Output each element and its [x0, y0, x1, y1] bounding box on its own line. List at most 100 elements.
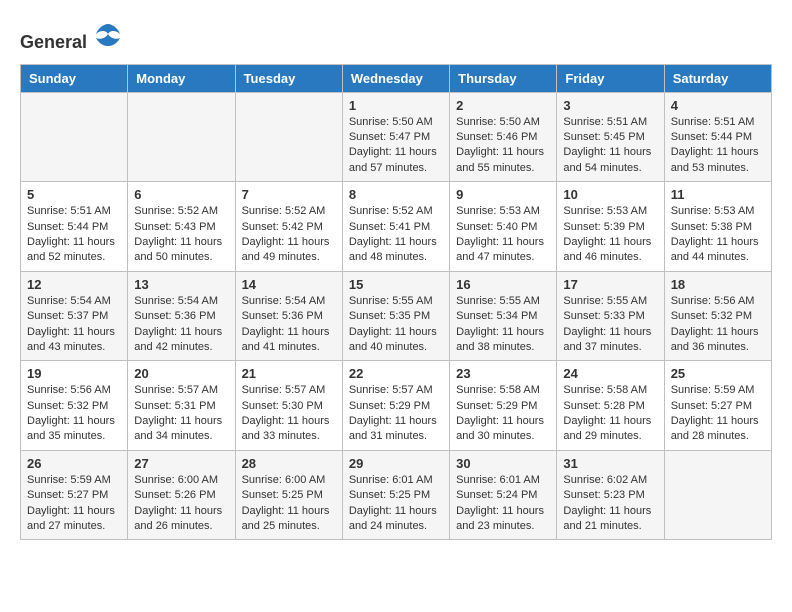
calendar-cell: 6 Sunrise: 5:52 AM Sunset: 5:43 PM Daylig… — [128, 182, 235, 272]
calendar-cell: 16 Sunrise: 5:55 AM Sunset: 5:34 PM Dayli… — [450, 271, 557, 361]
day-number: 23 — [456, 366, 550, 381]
calendar-cell: 10 Sunrise: 5:53 AM Sunset: 5:39 PM Dayli… — [557, 182, 664, 272]
weekday-header: Wednesday — [342, 64, 449, 92]
day-number: 6 — [134, 187, 228, 202]
weekday-header: Sunday — [21, 64, 128, 92]
day-number: 24 — [563, 366, 657, 381]
calendar-cell: 28 Sunrise: 6:00 AM Sunset: 5:25 PM Dayli… — [235, 450, 342, 540]
logo-general: General — [20, 32, 87, 52]
day-info: Sunrise: 6:02 AM Sunset: 5:23 PM Dayligh… — [563, 473, 657, 535]
day-info: Sunrise: 5:57 AM Sunset: 5:30 PM Dayligh… — [242, 383, 336, 445]
day-info: Sunrise: 5:58 AM Sunset: 5:29 PM Dayligh… — [456, 383, 550, 445]
calendar-cell: 17 Sunrise: 5:55 AM Sunset: 5:33 PM Dayli… — [557, 271, 664, 361]
day-info: Sunrise: 5:57 AM Sunset: 5:29 PM Dayligh… — [349, 383, 443, 445]
day-number: 29 — [349, 456, 443, 471]
day-info: Sunrise: 6:00 AM Sunset: 5:25 PM Dayligh… — [242, 473, 336, 535]
day-info: Sunrise: 5:55 AM Sunset: 5:34 PM Dayligh… — [456, 294, 550, 356]
calendar-cell: 24 Sunrise: 5:58 AM Sunset: 5:28 PM Dayli… — [557, 361, 664, 451]
day-number: 12 — [27, 277, 121, 292]
calendar-cell: 31 Sunrise: 6:02 AM Sunset: 5:23 PM Dayli… — [557, 450, 664, 540]
day-info: Sunrise: 6:01 AM Sunset: 5:25 PM Dayligh… — [349, 473, 443, 535]
day-number: 26 — [27, 456, 121, 471]
day-number: 7 — [242, 187, 336, 202]
calendar-cell: 11 Sunrise: 5:53 AM Sunset: 5:38 PM Dayli… — [664, 182, 771, 272]
day-info: Sunrise: 5:51 AM Sunset: 5:44 PM Dayligh… — [27, 204, 121, 266]
calendar-cell: 15Sunrise: 5:55 AM Sunset: 5:35 PM Dayli… — [342, 271, 449, 361]
day-info: Sunrise: 5:54 AM Sunset: 5:36 PM Dayligh… — [242, 294, 336, 356]
day-number: 19 — [27, 366, 121, 381]
calendar-cell: 5 Sunrise: 5:51 AM Sunset: 5:44 PM Daylig… — [21, 182, 128, 272]
calendar-cell — [235, 92, 342, 182]
calendar-cell: 1 Sunrise: 5:50 AM Sunset: 5:47 PM Daylig… — [342, 92, 449, 182]
calendar-cell: 3 Sunrise: 5:51 AM Sunset: 5:45 PM Daylig… — [557, 92, 664, 182]
day-number: 17 — [563, 277, 657, 292]
calendar-cell — [128, 92, 235, 182]
day-info: Sunrise: 5:54 AM Sunset: 5:36 PM Dayligh… — [134, 294, 228, 356]
calendar-cell: 25 Sunrise: 5:59 AM Sunset: 5:27 PM Dayli… — [664, 361, 771, 451]
day-number: 27 — [134, 456, 228, 471]
day-info: Sunrise: 5:59 AM Sunset: 5:27 PM Dayligh… — [27, 473, 121, 535]
day-info: Sunrise: 5:53 AM Sunset: 5:39 PM Dayligh… — [563, 204, 657, 266]
calendar-cell: 20 Sunrise: 5:57 AM Sunset: 5:31 PM Dayli… — [128, 361, 235, 451]
day-info: Sunrise: 5:58 AM Sunset: 5:28 PM Dayligh… — [563, 383, 657, 445]
day-number: 5 — [27, 187, 121, 202]
day-number: 13 — [134, 277, 228, 292]
day-info: Sunrise: 5:50 AM Sunset: 5:47 PM Dayligh… — [349, 115, 443, 177]
logo: General — [20, 20, 122, 54]
day-number: 9 — [456, 187, 550, 202]
weekday-header: Saturday — [664, 64, 771, 92]
calendar-cell: 7 Sunrise: 5:52 AM Sunset: 5:42 PM Daylig… — [235, 182, 342, 272]
day-number: 4 — [671, 98, 765, 113]
day-info: Sunrise: 5:52 AM Sunset: 5:41 PM Dayligh… — [349, 204, 443, 266]
day-number: 14 — [242, 277, 336, 292]
day-info: Sunrise: 5:51 AM Sunset: 5:45 PM Dayligh… — [563, 115, 657, 177]
weekday-header: Monday — [128, 64, 235, 92]
day-number: 10 — [563, 187, 657, 202]
day-info: Sunrise: 5:55 AM Sunset: 5:35 PM Dayligh… — [349, 294, 443, 356]
day-info: Sunrise: 5:52 AM Sunset: 5:43 PM Dayligh… — [134, 204, 228, 266]
day-number: 16 — [456, 277, 550, 292]
calendar-cell: 18 Sunrise: 5:56 AM Sunset: 5:32 PM Dayli… — [664, 271, 771, 361]
day-number: 22 — [349, 366, 443, 381]
calendar-cell: 26 Sunrise: 5:59 AM Sunset: 5:27 PM Dayli… — [21, 450, 128, 540]
day-number: 20 — [134, 366, 228, 381]
day-number: 3 — [563, 98, 657, 113]
day-info: Sunrise: 6:00 AM Sunset: 5:26 PM Dayligh… — [134, 473, 228, 535]
day-number: 25 — [671, 366, 765, 381]
calendar-cell: 21 Sunrise: 5:57 AM Sunset: 5:30 PM Dayli… — [235, 361, 342, 451]
calendar-cell: 29 Sunrise: 6:01 AM Sunset: 5:25 PM Dayli… — [342, 450, 449, 540]
day-info: Sunrise: 5:53 AM Sunset: 5:40 PM Dayligh… — [456, 204, 550, 266]
calendar-cell — [21, 92, 128, 182]
calendar-cell: 30 Sunrise: 6:01 AM Sunset: 5:24 PM Dayli… — [450, 450, 557, 540]
day-info: Sunrise: 5:53 AM Sunset: 5:38 PM Dayligh… — [671, 204, 765, 266]
day-info: Sunrise: 5:59 AM Sunset: 5:27 PM Dayligh… — [671, 383, 765, 445]
calendar-cell: 27 Sunrise: 6:00 AM Sunset: 5:26 PM Dayli… — [128, 450, 235, 540]
day-number: 2 — [456, 98, 550, 113]
day-number: 31 — [563, 456, 657, 471]
calendar-cell: 2 Sunrise: 5:50 AM Sunset: 5:46 PM Daylig… — [450, 92, 557, 182]
day-number: 21 — [242, 366, 336, 381]
day-info: Sunrise: 5:51 AM Sunset: 5:44 PM Dayligh… — [671, 115, 765, 177]
calendar-cell: 8 Sunrise: 5:52 AM Sunset: 5:41 PM Daylig… — [342, 182, 449, 272]
day-info: Sunrise: 5:55 AM Sunset: 5:33 PM Dayligh… — [563, 294, 657, 356]
calendar-cell — [664, 450, 771, 540]
day-number: 1 — [349, 98, 443, 113]
weekday-header: Thursday — [450, 64, 557, 92]
calendar-cell: 14 Sunrise: 5:54 AM Sunset: 5:36 PM Dayli… — [235, 271, 342, 361]
day-number: 11 — [671, 187, 765, 202]
page-header: General — [20, 20, 772, 54]
calendar-cell: 22 Sunrise: 5:57 AM Sunset: 5:29 PM Dayli… — [342, 361, 449, 451]
day-number: 18 — [671, 277, 765, 292]
logo-bird-icon — [94, 20, 122, 48]
calendar-table: SundayMondayTuesdayWednesdayThursdayFrid… — [20, 64, 772, 541]
weekday-header: Tuesday — [235, 64, 342, 92]
calendar-cell: 23 Sunrise: 5:58 AM Sunset: 5:29 PM Dayli… — [450, 361, 557, 451]
day-number: 8 — [349, 187, 443, 202]
day-info: Sunrise: 6:01 AM Sunset: 5:24 PM Dayligh… — [456, 473, 550, 535]
day-info: Sunrise: 5:52 AM Sunset: 5:42 PM Dayligh… — [242, 204, 336, 266]
day-number: 28 — [242, 456, 336, 471]
day-info: Sunrise: 5:56 AM Sunset: 5:32 PM Dayligh… — [671, 294, 765, 356]
day-info: Sunrise: 5:57 AM Sunset: 5:31 PM Dayligh… — [134, 383, 228, 445]
day-info: Sunrise: 5:50 AM Sunset: 5:46 PM Dayligh… — [456, 115, 550, 177]
day-number: 30 — [456, 456, 550, 471]
